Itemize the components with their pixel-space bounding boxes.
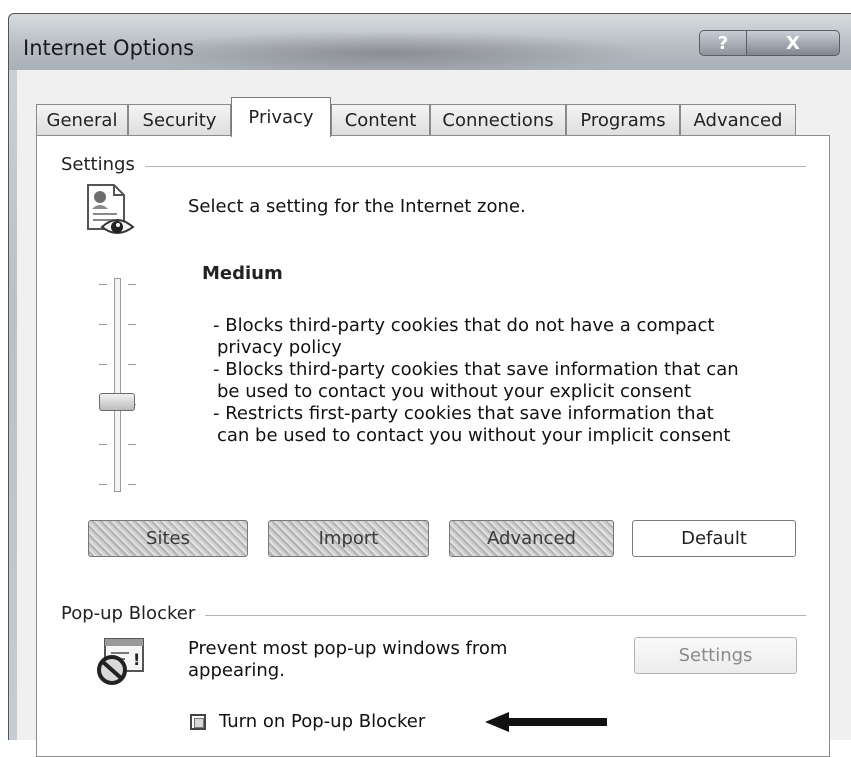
tab-privacy[interactable]: Privacy bbox=[231, 97, 331, 137]
internet-options-window: Internet Options ? X General Security Pr… bbox=[8, 13, 851, 757]
svg-text:!: ! bbox=[133, 650, 140, 669]
zone-instruction-text: Select a setting for the Internet zone. bbox=[188, 196, 526, 217]
popup-description-line: Prevent most pop-up windows from bbox=[188, 638, 508, 659]
advanced-settings-button[interactable]: Advanced bbox=[449, 520, 614, 557]
slider-tick bbox=[99, 364, 107, 365]
slider-tick bbox=[128, 324, 136, 325]
help-button[interactable]: ? bbox=[699, 30, 747, 56]
privacy-level-name: Medium bbox=[202, 263, 283, 284]
default-button[interactable]: Default bbox=[632, 520, 796, 557]
popup-blocker-checkbox[interactable] bbox=[190, 714, 206, 730]
title-bar[interactable]: Internet Options ? X bbox=[9, 14, 851, 70]
privacy-tab-panel: Settings Select a setting for the Intern… bbox=[36, 135, 830, 757]
settings-group-divider bbox=[61, 166, 806, 167]
close-button[interactable]: X bbox=[746, 30, 840, 56]
slider-tick bbox=[99, 444, 107, 445]
tab-general[interactable]: General bbox=[36, 104, 128, 135]
dialog-client-area: General Security Privacy Content Connect… bbox=[17, 70, 851, 757]
privacy-description-line: privacy policy bbox=[217, 337, 342, 358]
privacy-description-line: can be used to contact you without your … bbox=[217, 425, 731, 446]
privacy-description-line: - Restricts first-party cookies that sav… bbox=[213, 403, 714, 424]
slider-tick bbox=[128, 284, 136, 285]
slider-tick bbox=[128, 444, 136, 445]
slider-tick bbox=[99, 484, 107, 485]
sites-button[interactable]: Sites bbox=[88, 520, 248, 557]
privacy-description-line: - Blocks third-party cookies that save i… bbox=[213, 359, 739, 380]
slider-tick bbox=[128, 364, 136, 365]
window-title: Internet Options bbox=[23, 36, 195, 60]
tab-advanced[interactable]: Advanced bbox=[680, 104, 796, 135]
privacy-level-slider-thumb[interactable] bbox=[99, 393, 135, 411]
tab-content[interactable]: Content bbox=[331, 104, 430, 135]
tab-programs[interactable]: Programs bbox=[566, 104, 680, 135]
privacy-level-slider-track[interactable] bbox=[114, 278, 121, 492]
slider-tick bbox=[99, 324, 107, 325]
popup-group-label: Pop-up Blocker bbox=[61, 603, 206, 624]
popup-settings-button[interactable]: Settings bbox=[634, 637, 797, 674]
popup-blocked-icon: ! bbox=[95, 637, 147, 687]
settings-group-label: Settings bbox=[61, 154, 145, 175]
privacy-description-line: - Blocks third-party cookies that do not… bbox=[213, 315, 715, 336]
popup-blocker-checkbox-label[interactable]: Turn on Pop-up Blocker bbox=[219, 711, 425, 733]
slider-tick bbox=[99, 284, 107, 285]
slider-tick bbox=[128, 484, 136, 485]
privacy-document-eye-icon bbox=[84, 183, 136, 237]
tab-connections[interactable]: Connections bbox=[430, 104, 566, 135]
privacy-description-line: be used to contact you without your expl… bbox=[217, 381, 692, 402]
popup-description-line: appearing. bbox=[188, 660, 285, 681]
left-arrow-icon bbox=[485, 710, 609, 734]
tab-security[interactable]: Security bbox=[128, 104, 231, 135]
import-button[interactable]: Import bbox=[268, 520, 429, 557]
